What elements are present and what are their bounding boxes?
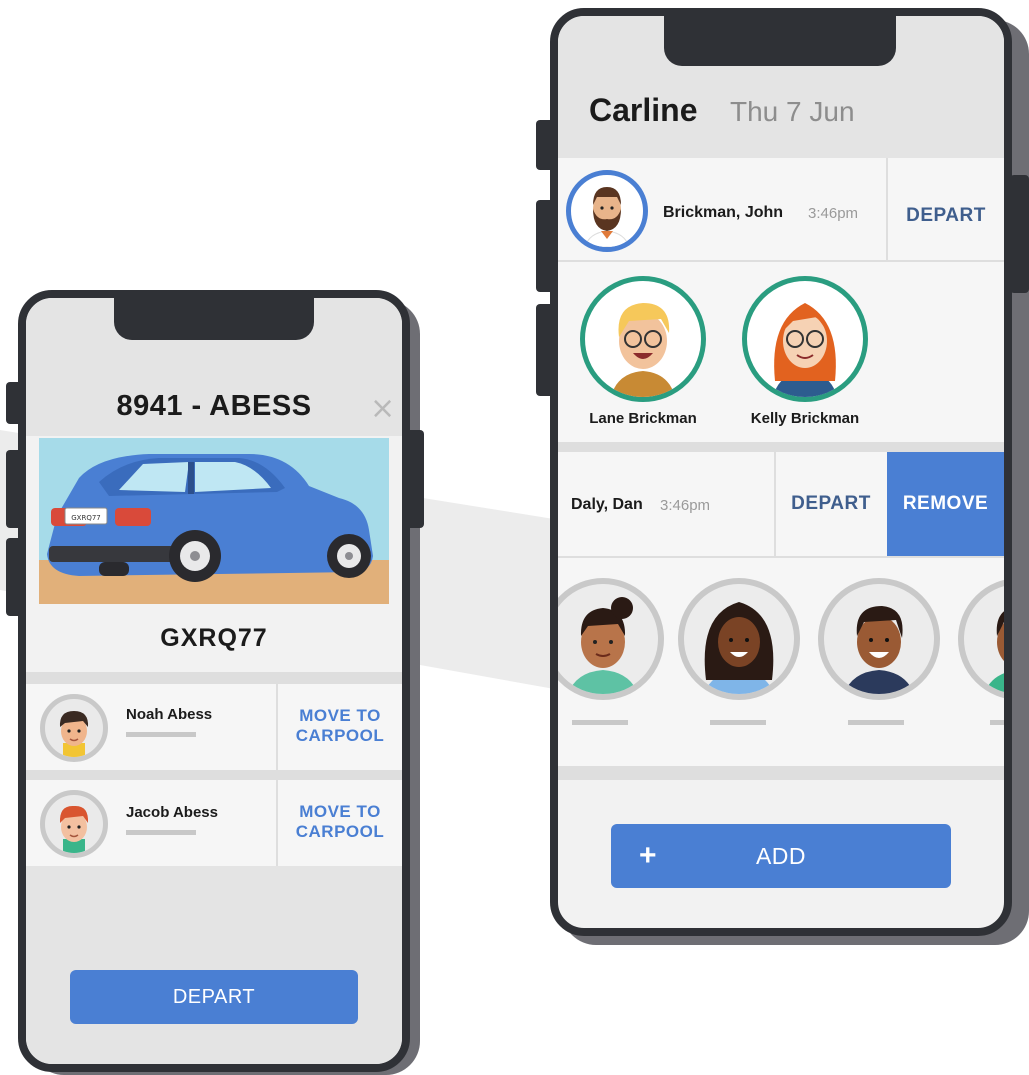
student-subline <box>126 732 196 737</box>
right-phone-power-button <box>1010 175 1029 293</box>
student-name-placeholder <box>710 720 766 725</box>
student-avatar[interactable] <box>818 578 940 700</box>
row-divider <box>558 442 1004 452</box>
student-name-placeholder <box>848 720 904 725</box>
student-row: Noah Abess MOVE TO CARPOOL <box>26 684 402 770</box>
left-phone: 8941 - ABESS × GXRQ77 GXRQ77 Noah Abess … <box>18 290 410 1072</box>
left-footer <box>26 866 402 1064</box>
page-title: Carline <box>589 92 698 128</box>
move-to-carpool-button[interactable]: MOVE TO CARPOOL <box>278 706 402 746</box>
close-icon[interactable]: × <box>370 394 395 424</box>
small-plate-text: GXRQ77 <box>71 514 101 522</box>
student-avatar[interactable] <box>558 578 664 700</box>
vehicle-title: 8941 - ABESS <box>116 390 312 422</box>
depart-button-label: DEPART <box>172 986 256 1008</box>
depart-button[interactable]: DEPART <box>70 970 358 1024</box>
student-row: Jacob Abess MOVE TO CARPOOL <box>26 780 402 866</box>
student-avatar[interactable] <box>678 578 800 700</box>
section-divider <box>26 672 402 684</box>
student-avatar <box>40 790 108 858</box>
parent-avatar <box>566 170 648 252</box>
depart-button[interactable]: DEPART <box>888 206 1004 226</box>
section-divider <box>558 766 1004 780</box>
student-name: Jacob Abess <box>126 804 218 821</box>
remove-button[interactable]: REMOVE <box>887 452 1004 556</box>
plus-icon: + <box>639 839 657 872</box>
student-subline <box>126 830 196 835</box>
child-avatar <box>742 276 868 402</box>
student-name-placeholder <box>990 720 1004 725</box>
student-avatar[interactable] <box>958 578 1004 700</box>
parent-name: Brickman, John <box>663 204 784 221</box>
child-name: Kelly Brickman <box>750 410 860 427</box>
row-divider <box>26 770 402 780</box>
parent-time: 3:46pm <box>660 497 711 514</box>
add-button-label: ADD <box>755 843 807 869</box>
car-image: GXRQ77 <box>39 438 389 604</box>
carline-row: Brickman, John 3:46pm DEPART <box>558 158 1004 262</box>
remove-button-label: REMOVE <box>902 493 989 514</box>
children-row: Lane Brickman Kelly Brickman <box>558 262 1004 442</box>
child-name: Lane Brickman <box>589 410 697 427</box>
right-phone: Carline Thu 7 Jun Brickman, John 3:46pm … <box>550 8 1012 936</box>
page-date: Thu 7 Jun <box>730 96 855 127</box>
move-to-carpool-button[interactable]: MOVE TO CARPOOL <box>278 802 402 842</box>
child-avatar <box>580 276 706 402</box>
add-button[interactable]: + ADD <box>611 824 951 888</box>
student-name: Noah Abess <box>126 706 213 723</box>
student-avatar <box>40 694 108 762</box>
parent-time: 3:46pm <box>808 205 859 222</box>
right-notch <box>664 16 896 66</box>
carline-row: Daly, Dan 3:46pm DEPART REMOVE <box>558 452 1004 556</box>
student-name-placeholder <box>572 720 628 725</box>
left-notch <box>114 296 314 340</box>
depart-button[interactable]: DEPART <box>776 494 886 514</box>
parent-name: Daly, Dan <box>571 496 643 513</box>
license-plate: GXRQ77 <box>160 624 268 652</box>
students-carousel[interactable] <box>558 558 1004 766</box>
